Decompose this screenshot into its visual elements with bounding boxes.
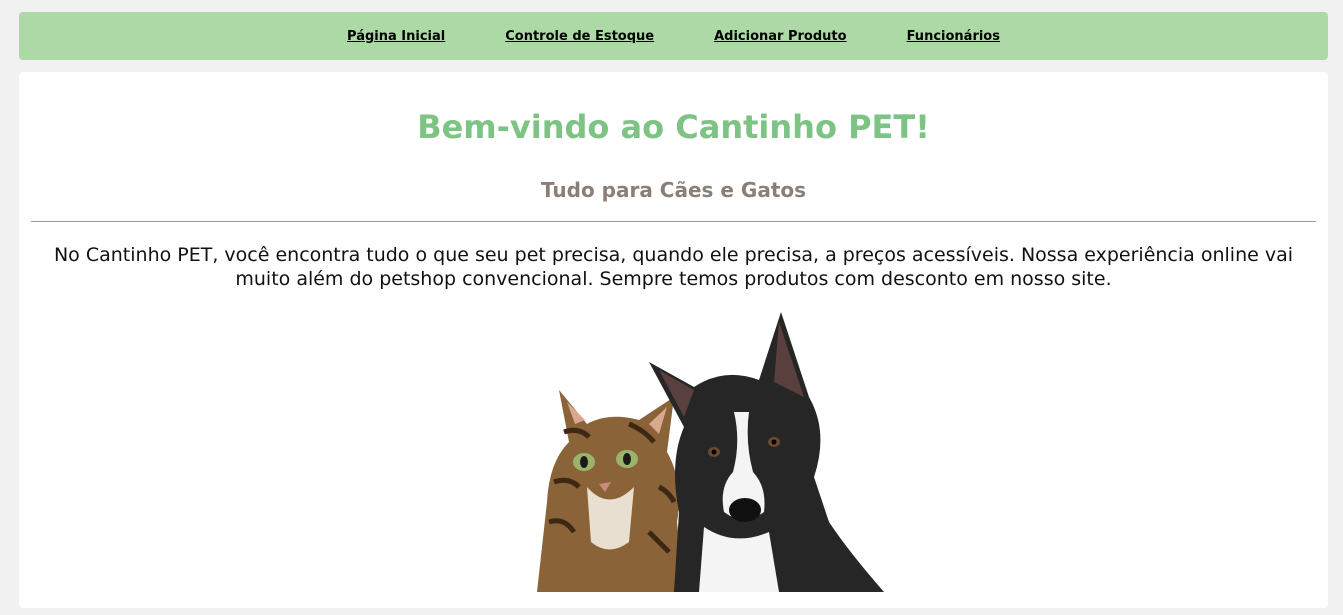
nav-link-add-product[interactable]: Adicionar Produto [714,29,846,44]
page-title: Bem-vindo ao Cantinho PET! [417,108,930,146]
cat-and-dog-image [537,312,884,592]
nav-link-employees[interactable]: Funcionários [907,29,1000,44]
intro-text: No Cantinho PET, você encontra tudo o qu… [53,244,1294,290]
page-subtitle: Tudo para Cães e Gatos [540,178,807,202]
nav-link-home[interactable]: Página Inicial [347,29,445,44]
main-content: Bem-vindo ao Cantinho PET! Tudo para Cãe… [19,72,1328,608]
nav-link-stock-control[interactable]: Controle de Estoque [505,29,654,44]
divider [31,221,1316,222]
cat-illustration [537,390,684,592]
top-navbar: Página Inicial Controle de Estoque Adici… [19,12,1328,60]
dog-illustration [649,312,884,592]
